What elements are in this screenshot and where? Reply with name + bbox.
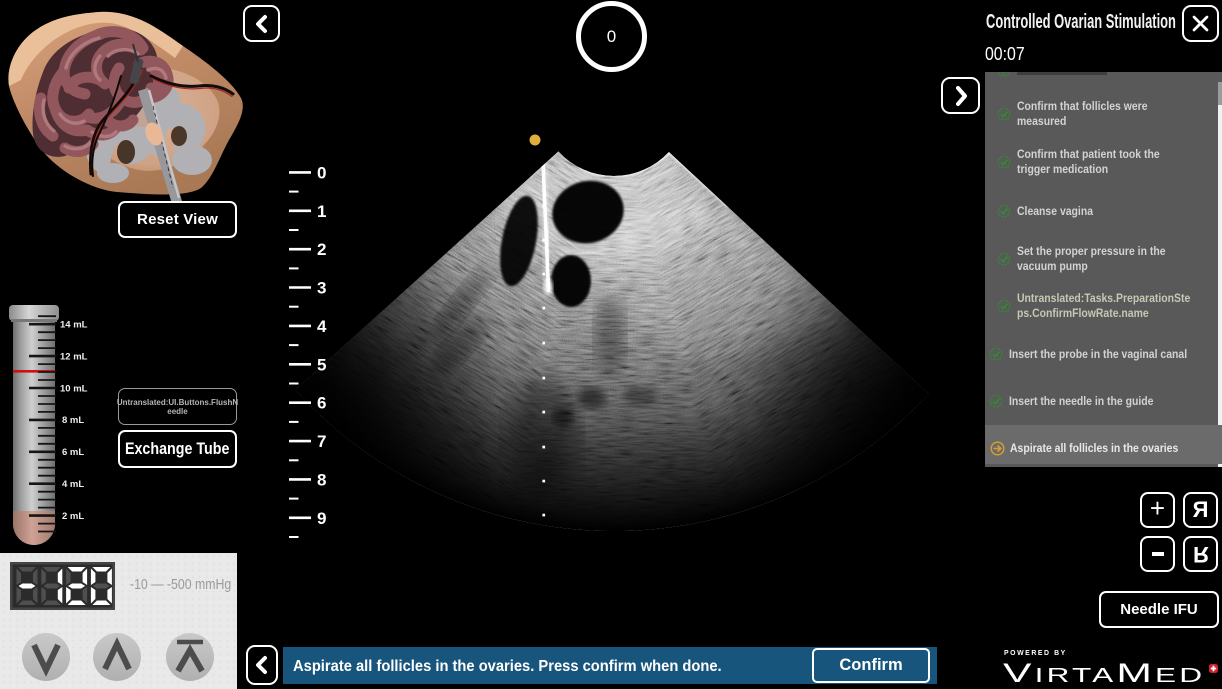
svg-text:4: 4 bbox=[317, 317, 327, 336]
svg-text:4 mL: 4 mL bbox=[62, 479, 84, 490]
svg-text:14 mL: 14 mL bbox=[60, 320, 88, 331]
svg-text:2 mL: 2 mL bbox=[62, 511, 84, 522]
svg-text:6 mL: 6 mL bbox=[62, 447, 84, 458]
svg-text:7: 7 bbox=[317, 432, 326, 451]
svg-text:6: 6 bbox=[317, 394, 326, 413]
svg-text:5: 5 bbox=[317, 355, 326, 374]
svg-text:10 mL: 10 mL bbox=[60, 383, 88, 394]
svg-text:8: 8 bbox=[317, 470, 326, 489]
svg-text:2: 2 bbox=[317, 240, 326, 259]
svg-text:3: 3 bbox=[317, 279, 326, 298]
svg-text:8 mL: 8 mL bbox=[62, 415, 84, 426]
svg-text:0: 0 bbox=[317, 163, 326, 182]
svg-text:1: 1 bbox=[317, 202, 326, 221]
svg-text:12 mL: 12 mL bbox=[60, 351, 88, 362]
svg-text:9: 9 bbox=[317, 509, 326, 528]
